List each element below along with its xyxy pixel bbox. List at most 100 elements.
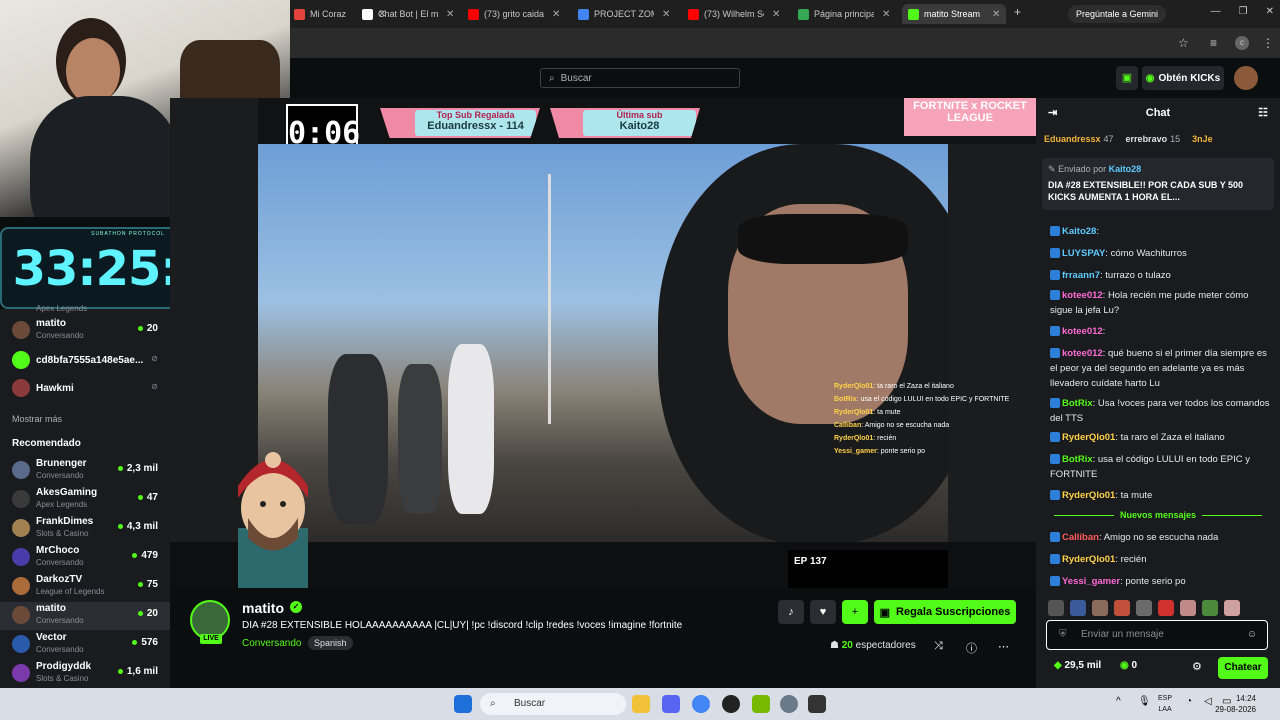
chat-username[interactable]: frraann7	[1062, 270, 1100, 281]
browser-tab[interactable]: PROJECT ZOMBO ✕	[572, 4, 676, 24]
chat-username[interactable]: kotee012	[1062, 326, 1103, 337]
sidebar-channel[interactable]: MrChoco Conversando 479	[0, 544, 170, 572]
video-player[interactable]: Top Sub Regalada Eduandressx - 114 Última…	[170, 98, 1036, 588]
profile-icon[interactable]: c	[1235, 36, 1249, 50]
points-balance[interactable]: ◉ 0	[1120, 660, 1137, 671]
chat-message[interactable]: Yessi_gamer: ponte serio po	[1050, 574, 1272, 589]
gift-icon[interactable]: ▣	[1116, 66, 1138, 90]
top-gifter[interactable]: errebravo 15	[1126, 134, 1181, 144]
sidebar-channel[interactable]: FrankDimes Slots & Casino 4,3 mil	[0, 515, 170, 543]
plus-button[interactable]: +	[842, 600, 868, 624]
sidebar-channel[interactable]: matito Conversando 20	[0, 602, 170, 630]
chat-message[interactable]: kotee012: Hola recién me pude meter cómo…	[1050, 288, 1272, 318]
settings-icon[interactable]	[780, 695, 798, 713]
browser-tab[interactable]: Chat Bot | El mej ✕	[356, 4, 460, 24]
gift-subs-button[interactable]: ▣ Regala Suscripciones	[874, 600, 1016, 624]
discord-icon[interactable]	[662, 695, 680, 713]
taskbar-search[interactable]: ⌕ Buscar	[480, 693, 626, 715]
sidebar-channel[interactable]: Brunenger Conversando 2,3 mil	[0, 457, 170, 485]
emote-icon[interactable]	[1180, 600, 1196, 616]
chat-username[interactable]: kotee012	[1062, 290, 1103, 301]
top-gifter[interactable]: Eduandressx 47	[1044, 134, 1114, 144]
chat-users-icon[interactable]: ☷	[1258, 98, 1268, 128]
chat-username[interactable]: RyderQlo01	[1062, 490, 1115, 501]
emote-icon[interactable]	[1136, 600, 1152, 616]
chrome-icon[interactable]	[692, 695, 710, 713]
collapse-chat-icon[interactable]: ⇥	[1048, 98, 1057, 128]
gemini-button[interactable]: Pregúntale a Gemini	[1068, 5, 1167, 23]
more-options-icon[interactable]: ⋯	[998, 640, 1009, 653]
chat-username[interactable]: Yessi_gamer	[1062, 576, 1120, 587]
chat-username[interactable]: Kaito28	[1062, 226, 1096, 237]
chat-message[interactable]: RyderQlo01: ta mute	[1050, 488, 1272, 503]
tab-close-icon[interactable]: ✕	[772, 9, 780, 20]
chat-username[interactable]: BotRix	[1062, 398, 1093, 409]
close-window-icon[interactable]: ✕	[1266, 6, 1274, 17]
chat-message[interactable]: Kaito28:	[1050, 224, 1272, 239]
new-tab-icon[interactable]: +	[1014, 5, 1021, 19]
chat-username[interactable]: BotRix	[1062, 454, 1093, 465]
stream-category[interactable]: Conversando	[242, 638, 301, 649]
share-icon[interactable]: ⤨	[934, 640, 943, 653]
chat-username[interactable]: LUYSPAY	[1062, 248, 1105, 259]
follow-heart-button[interactable]: ♥	[810, 600, 836, 624]
emote-icon[interactable]	[1114, 600, 1130, 616]
tab-close-icon[interactable]: ✕	[662, 9, 670, 20]
chat-message[interactable]: BotRix: Usa !voces para ver todos los co…	[1050, 396, 1272, 426]
chat-message[interactable]: Calliban: Amigo no se escucha nada	[1050, 530, 1272, 545]
top-gifter[interactable]: 3nJe	[1192, 134, 1216, 144]
kicks-balance[interactable]: ◆ 29,5 mil	[1054, 660, 1101, 671]
chat-send-button[interactable]: Chatear	[1218, 657, 1268, 679]
sidebar-channel[interactable]: Prodigyddk Slots & Casino 1,6 mil	[0, 660, 170, 688]
chat-message[interactable]: kotee012:	[1050, 324, 1272, 339]
emote-icon[interactable]	[1070, 600, 1086, 616]
chat-username[interactable]: kotee012	[1062, 348, 1103, 359]
windows-start-icon[interactable]	[454, 695, 472, 713]
emote-icon[interactable]	[1202, 600, 1218, 616]
capcut-icon[interactable]	[808, 695, 826, 713]
volume-icon[interactable]: ◁	[1204, 696, 1212, 707]
get-kicks-button[interactable]: ◉ Obtén KICKs	[1142, 66, 1224, 90]
wifi-icon[interactable]: ◔	[1186, 696, 1192, 707]
tab-close-icon[interactable]: ✕	[552, 9, 560, 20]
user-avatar[interactable]	[1234, 66, 1258, 90]
microphone-icon[interactable]: 🎙	[1138, 696, 1151, 707]
browser-tab[interactable]: (73) Wilhelm Scre ✕	[682, 4, 786, 24]
obs-icon[interactable]	[722, 695, 740, 713]
nvidia-icon[interactable]	[752, 695, 770, 713]
restore-icon[interactable]: ❐	[1239, 6, 1248, 17]
bookmark-star-icon[interactable]: ☆	[1178, 36, 1189, 50]
menu-dots-icon[interactable]: ⋮	[1262, 36, 1274, 50]
pinned-message[interactable]: ✎ Enviado por Kaito28 DIA #28 EXTENSIBLE…	[1042, 158, 1274, 210]
chat-message[interactable]: kotee012: qué bueno si el primer día sie…	[1050, 346, 1272, 391]
emoji-icon[interactable]: ☺	[1247, 621, 1257, 649]
emote-icon[interactable]	[1158, 600, 1174, 616]
tab-close-icon[interactable]: ✕	[446, 9, 454, 20]
language-tag[interactable]: Spanish	[308, 636, 353, 650]
search-input[interactable]: ⌕ Buscar	[540, 68, 740, 88]
emote-icon[interactable]	[1048, 600, 1064, 616]
browser-tab[interactable]: (73) grito caida n ✕	[462, 4, 566, 24]
chat-username[interactable]: RyderQlo01	[1062, 432, 1115, 443]
sidebar-channel[interactable]: DarkozTV League of Legends 75	[0, 573, 170, 601]
chat-username[interactable]: Calliban	[1062, 532, 1099, 543]
file-explorer-icon[interactable]	[632, 695, 650, 713]
playlist-icon[interactable]: ≡	[1210, 36, 1217, 50]
browser-tab[interactable]: matito Stream ✕	[902, 4, 1007, 24]
sidebar-channel[interactable]: cd8bfa7555a148e5ae... ⊘	[0, 347, 170, 375]
sidebar-channel[interactable]: AkesGaming Apex Legends 47	[0, 486, 170, 514]
show-more-link[interactable]: Mostrar más	[12, 414, 62, 424]
chat-username[interactable]: RyderQlo01	[1062, 554, 1115, 565]
emote-icon[interactable]	[1092, 600, 1108, 616]
chat-message[interactable]: RyderQlo01: recién	[1050, 552, 1272, 567]
chat-message[interactable]: RyderQlo01: ta raro el Zaza el italiano	[1050, 430, 1272, 445]
browser-tab[interactable]: Página principal ✕	[792, 4, 896, 24]
minimize-icon[interactable]: —	[1211, 6, 1221, 17]
chat-message-input[interactable]: ⛨ Enviar un mensaje ☺	[1046, 620, 1268, 650]
sidebar-channel[interactable]: Hawkmi ⊘	[0, 375, 170, 403]
taskbar-clock[interactable]: 14:24 29-08-2026	[1215, 693, 1256, 715]
tab-close-icon[interactable]: ✕	[882, 9, 890, 20]
sidebar-channel[interactable]: Vector Conversando 576	[0, 631, 170, 659]
sidebar-channel[interactable]: matito Conversando 20	[0, 317, 170, 345]
emote-icon[interactable]	[1224, 600, 1240, 616]
